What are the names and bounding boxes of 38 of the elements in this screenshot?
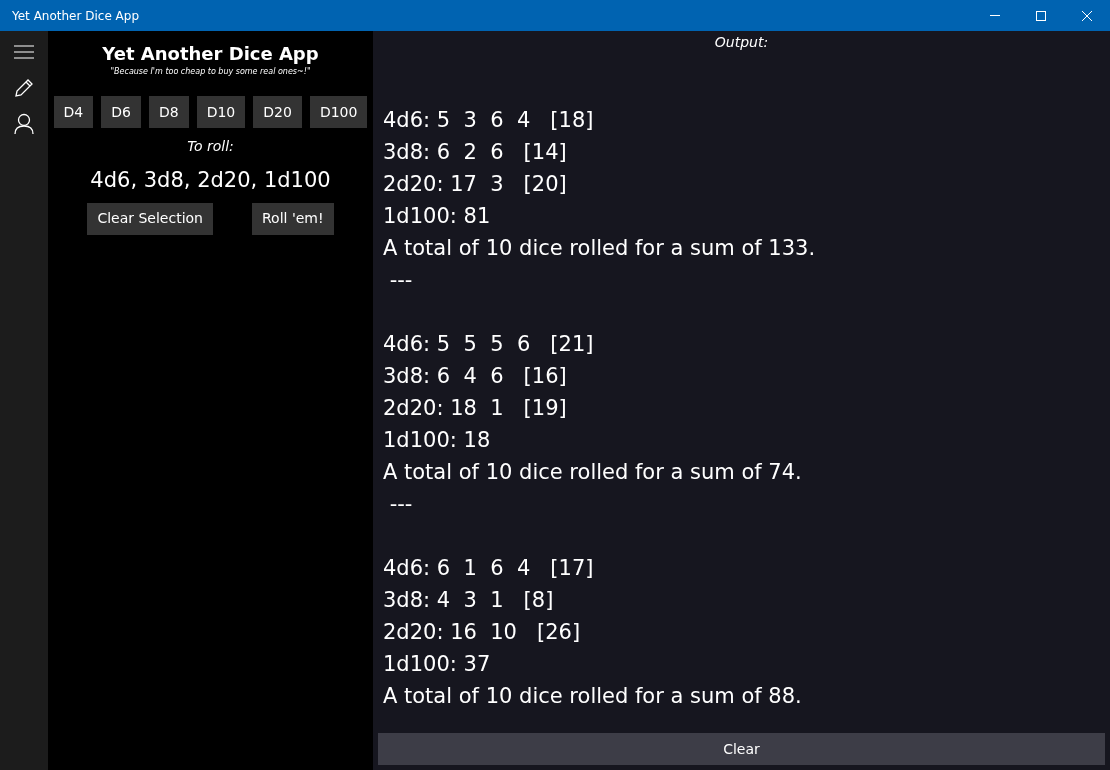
- output-line: 3d8: 6 4 6 [16]: [383, 363, 567, 390]
- output-line: 3d8: 4 3 1 [8]: [383, 587, 554, 614]
- output-line: 2d20: 17 3 [20]: [383, 171, 567, 198]
- to-roll-text: 4d6, 3d8, 2d20, 1d100: [90, 167, 331, 194]
- output-line: A total of 10 dice rolled for a sum of 74.: [383, 459, 802, 486]
- minimize-icon: [990, 15, 1000, 16]
- roll-button[interactable]: Roll 'em!: [252, 202, 334, 235]
- output-line: A total of 10 dice rolled for a sum of 133.: [383, 235, 816, 262]
- die-button[interactable]: D4: [53, 96, 94, 128]
- output-line: 4d6: 5 3 6 4 [18]: [383, 107, 594, 134]
- to-roll-label: To roll:: [187, 137, 234, 156]
- output-line: 3d8: 6 2 6 [14]: [383, 139, 567, 166]
- output-line: 4d6: 5 5 5 6 [21]: [383, 331, 594, 358]
- pencil-icon[interactable]: [14, 78, 34, 98]
- maximize-icon: [1036, 10, 1046, 21]
- clear-selection-button[interactable]: Clear Selection: [87, 202, 213, 235]
- app-title: Yet Another Dice App: [102, 42, 319, 66]
- output-label: Output:: [713, 33, 770, 52]
- output-line: 4d6: 6 1 6 4 [17]: [383, 555, 594, 582]
- clear-button[interactable]: Clear: [378, 733, 1105, 765]
- separator-text: ---: [388, 267, 413, 294]
- close-icon: [1082, 10, 1092, 21]
- output-line: A total of 10 dice rolled for a sum of 88.: [383, 683, 802, 710]
- output-line: 1d100: 18: [383, 427, 491, 454]
- die-button[interactable]: D6: [101, 96, 141, 128]
- die-button[interactable]: D10: [196, 96, 246, 128]
- menu-icon[interactable]: [14, 45, 34, 59]
- separator-text: ---: [388, 491, 413, 518]
- output-line: 1d100: 37: [383, 651, 491, 678]
- output-line: 2d20: 18 1 [19]: [383, 395, 567, 422]
- person-icon[interactable]: [14, 113, 34, 135]
- output-line: 2d20: 16 10 [26]: [383, 619, 581, 646]
- tagline: "Because I'm too cheap to buy some real ones~!": [110, 66, 311, 78]
- window-title: Yet Another Dice App: [11, 7, 141, 25]
- die-button[interactable]: D20: [253, 96, 302, 128]
- die-button[interactable]: D100: [309, 96, 368, 128]
- die-button[interactable]: D8: [148, 96, 189, 128]
- output-line: 1d100: 81: [383, 203, 491, 230]
